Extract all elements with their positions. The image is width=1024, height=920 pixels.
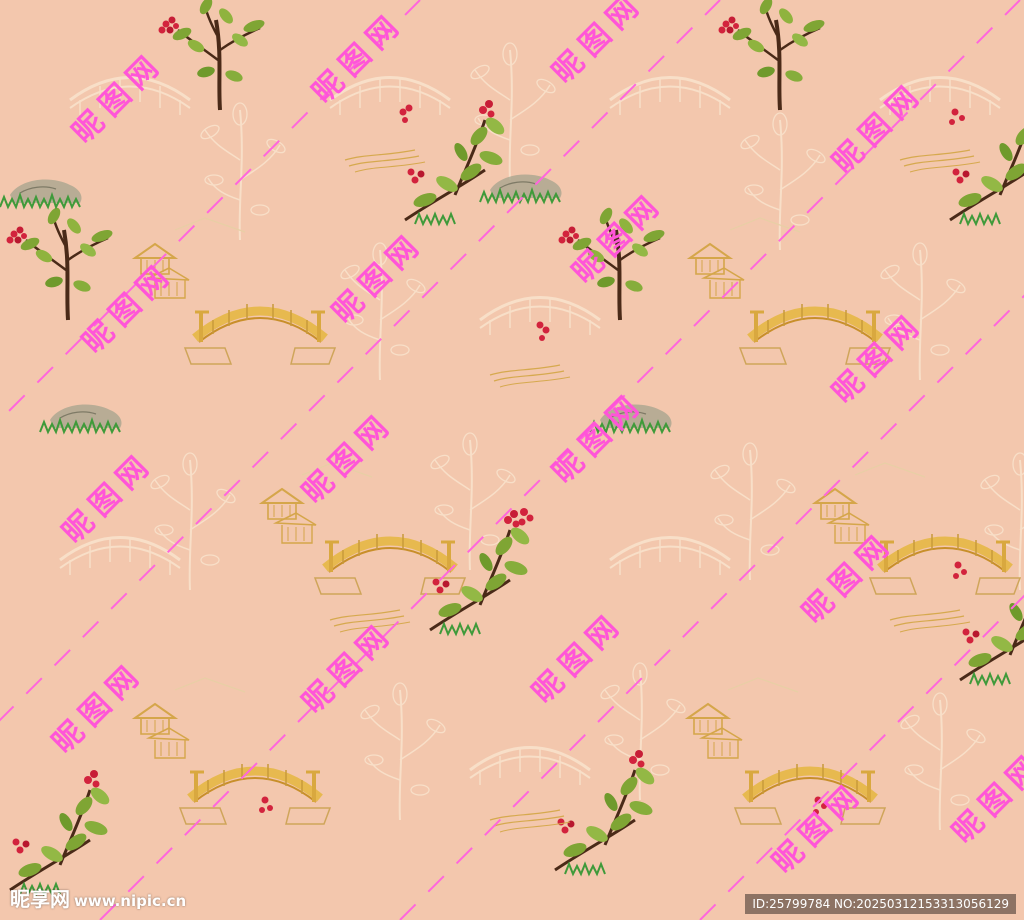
site-logo: 昵享网 www.nipic.cn	[10, 883, 186, 912]
watermark-lines	[0, 0, 1024, 920]
pattern-canvas: 昵图网 昵图网 昵图网 昵图网 昵图网 昵图网 昵图网 昵图网 昵图网 昵图网 …	[0, 0, 1024, 920]
site-url: www.nipic.cn	[74, 892, 187, 910]
site-logo-text: 昵享网	[10, 887, 70, 911]
image-id-label: ID:25799784 NO:20250312153313056129	[745, 894, 1016, 914]
footer-bar: 昵享网 www.nipic.cn ID:25799784 NO:202503121…	[0, 884, 1024, 920]
